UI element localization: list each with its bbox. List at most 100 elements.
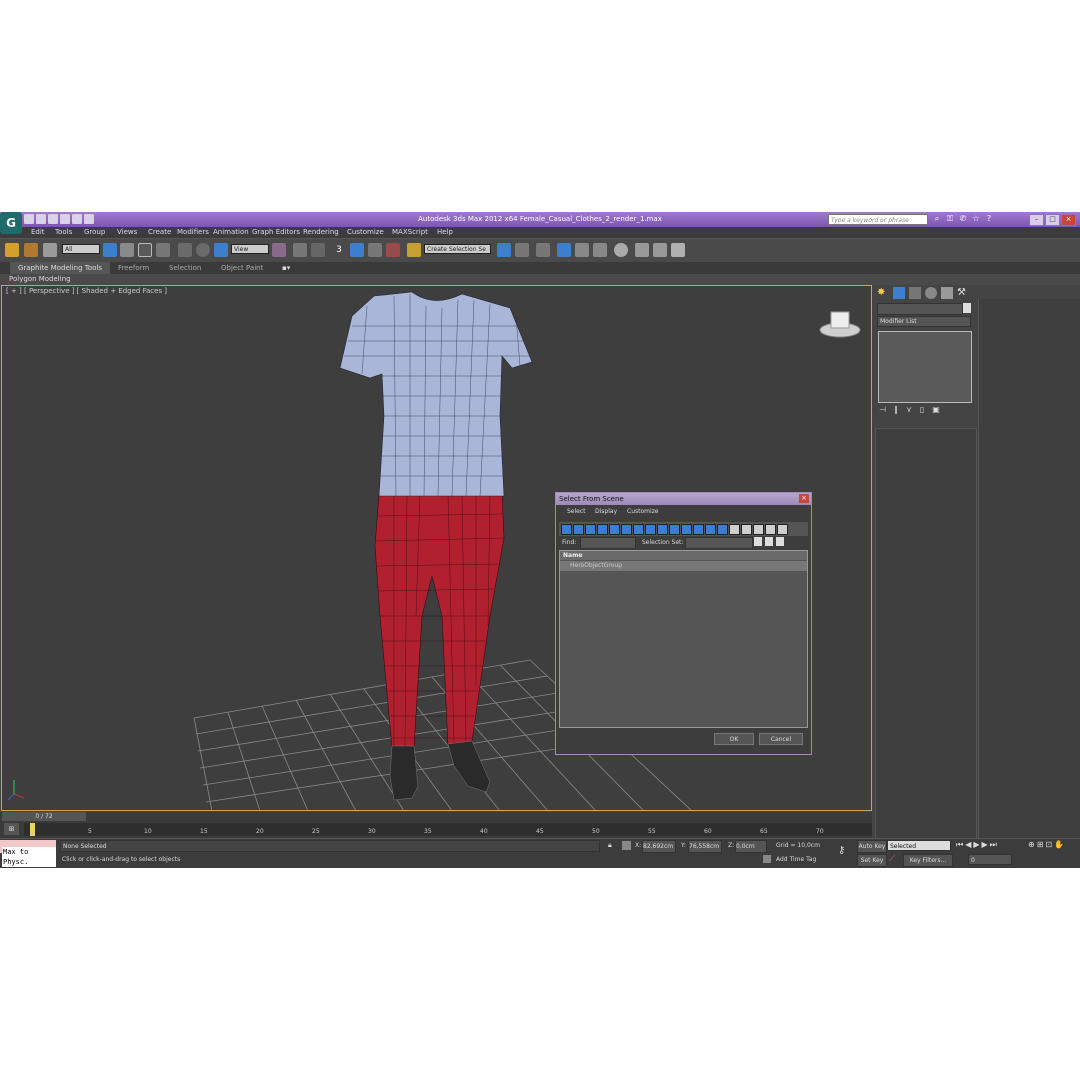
select-by-name-icon[interactable] (120, 243, 134, 257)
configure-sets-icon[interactable]: ▣ (932, 405, 940, 414)
menu-customize[interactable]: Customize (347, 227, 384, 238)
spinner-snap-icon[interactable] (386, 243, 400, 257)
menu-graph-editors[interactable]: Graph Editors (252, 227, 300, 238)
object-type-filter-icon[interactable] (729, 524, 740, 535)
percent-snap-icon[interactable] (368, 243, 382, 257)
rectangular-selection-icon[interactable] (138, 243, 152, 257)
modify-tab-icon[interactable] (893, 287, 905, 299)
zoom-extents-icon[interactable]: ⊡ (1045, 840, 1052, 849)
play-icon[interactable]: ▶ (973, 840, 979, 850)
object-type-filter-icon[interactable] (561, 524, 572, 535)
scene-list[interactable]: Name HeroObjectGroup (559, 550, 808, 728)
bind-space-warp-icon[interactable] (43, 243, 57, 257)
remove-from-set-icon[interactable] (776, 537, 784, 546)
pin-stack-icon[interactable]: ⊣ (879, 405, 886, 414)
object-type-filter-icon[interactable] (645, 524, 656, 535)
pivot-center-icon[interactable] (272, 243, 286, 257)
add-time-tag[interactable]: Add Time Tag (776, 856, 816, 863)
modifier-list-dropdown[interactable]: Modifier List (877, 316, 971, 327)
maximize-icon[interactable]: □ (1045, 214, 1060, 226)
app-logo-icon[interactable]: G (0, 212, 22, 234)
tab-object-paint[interactable]: Object Paint (221, 262, 263, 274)
go-to-end-icon[interactable]: ⏭ (990, 840, 997, 850)
named-selection-dropdown[interactable]: Create Selection Se (424, 244, 491, 254)
open-file-icon[interactable] (36, 214, 46, 224)
communication-icon[interactable]: ✆ (958, 214, 968, 224)
mini-curve-editor-icon[interactable]: ⊞ (4, 823, 19, 835)
set-key-button[interactable]: Set Key (857, 854, 887, 867)
key-mode-dropdown[interactable]: Selected (887, 840, 951, 851)
zoom-all-icon[interactable]: ⊞ (1037, 840, 1044, 849)
window-crossing-icon[interactable] (156, 243, 170, 257)
named-selection-edit-icon[interactable] (407, 243, 421, 257)
time-slider[interactable]: 0 / 72 (2, 812, 86, 821)
mirror-icon[interactable] (497, 243, 511, 257)
x-coordinate-field[interactable]: 82,692cm (642, 840, 676, 853)
remove-modifier-icon[interactable]: ▯ (920, 405, 924, 414)
object-type-filter-icon[interactable] (621, 524, 632, 535)
menu-rendering[interactable]: Rendering (303, 227, 339, 238)
object-type-filter-icon[interactable] (669, 524, 680, 535)
snaps-toggle-icon[interactable]: 3 (332, 243, 346, 257)
help-icon[interactable]: ? (984, 214, 994, 224)
frame-marker[interactable] (30, 823, 35, 836)
dialog-close-icon[interactable]: × (799, 494, 809, 503)
object-type-filter-icon[interactable] (741, 524, 752, 535)
tab-selection[interactable]: Selection (169, 262, 201, 274)
ribbon-options-icon[interactable]: ▪▾ (282, 262, 290, 274)
go-to-start-icon[interactable]: ⏮ (956, 840, 963, 850)
menu-views[interactable]: Views (117, 227, 137, 238)
polygon-modeling-label[interactable]: Polygon Modeling (9, 274, 71, 285)
selection-set-dropdown[interactable] (685, 537, 753, 549)
create-tab-icon[interactable]: ✸ (877, 287, 889, 299)
absolute-mode-icon[interactable] (622, 841, 631, 850)
link-icon[interactable] (5, 243, 19, 257)
dialog-menu-display[interactable]: Display (595, 505, 617, 518)
motion-tab-icon[interactable] (925, 287, 937, 299)
show-end-result-icon[interactable]: ‖ (894, 405, 898, 414)
pan-icon[interactable]: ✋ (1054, 840, 1064, 849)
dialog-menu-customize[interactable]: Customize (627, 505, 659, 518)
menu-create[interactable]: Create (148, 227, 171, 238)
object-type-filter-icon[interactable] (609, 524, 620, 535)
keyboard-shortcut-icon[interactable] (311, 243, 325, 257)
object-type-filter-icon[interactable] (633, 524, 644, 535)
key-filters-button[interactable]: Key Filters... (903, 854, 953, 867)
find-input[interactable] (580, 537, 636, 549)
object-type-filter-icon[interactable] (681, 524, 692, 535)
object-type-filter-icon[interactable] (705, 524, 716, 535)
ok-button[interactable]: OK (714, 733, 754, 745)
schematic-view-icon[interactable] (593, 243, 607, 257)
scale-icon[interactable] (214, 243, 228, 257)
z-coordinate-field[interactable]: 0,0cm (735, 840, 767, 853)
close-icon[interactable]: × (1061, 214, 1076, 226)
binoculars-icon[interactable]: ⌕ (932, 214, 942, 224)
project-folder-icon[interactable] (84, 214, 94, 224)
align-icon[interactable] (515, 243, 529, 257)
menu-tools[interactable]: Tools (55, 227, 72, 238)
time-tag-icon[interactable] (763, 855, 771, 863)
maxscript-listener[interactable]: Max to Physc. (0, 840, 56, 867)
graphite-toggle-icon[interactable] (557, 243, 571, 257)
render-teapot-icon[interactable] (671, 243, 685, 257)
layer-manager-icon[interactable] (536, 243, 550, 257)
curve-editor-icon[interactable] (575, 243, 589, 257)
favorites-icon[interactable]: ☆ (971, 214, 981, 224)
minimize-icon[interactable]: – (1029, 214, 1044, 226)
utilities-tab-icon[interactable]: ⚒ (957, 287, 969, 299)
tab-freeform[interactable]: Freeform (118, 262, 149, 274)
create-set-icon[interactable] (754, 537, 762, 546)
make-unique-icon[interactable]: ⋎ (906, 405, 912, 414)
dialog-menu-select[interactable]: Select (567, 505, 586, 518)
new-file-icon[interactable] (24, 214, 34, 224)
object-type-filter-icon[interactable] (753, 524, 764, 535)
subscription-icon[interactable]: ⚿ (945, 214, 955, 224)
menu-modifiers[interactable]: Modifiers (177, 227, 209, 238)
menu-group[interactable]: Group (84, 227, 105, 238)
object-type-filter-icon[interactable] (573, 524, 584, 535)
cancel-button[interactable]: Cancel (759, 733, 803, 745)
object-type-filter-icon[interactable] (597, 524, 608, 535)
object-type-filter-icon[interactable] (585, 524, 596, 535)
unlink-icon[interactable] (24, 243, 38, 257)
y-coordinate-field[interactable]: 76,558cm (688, 840, 722, 853)
